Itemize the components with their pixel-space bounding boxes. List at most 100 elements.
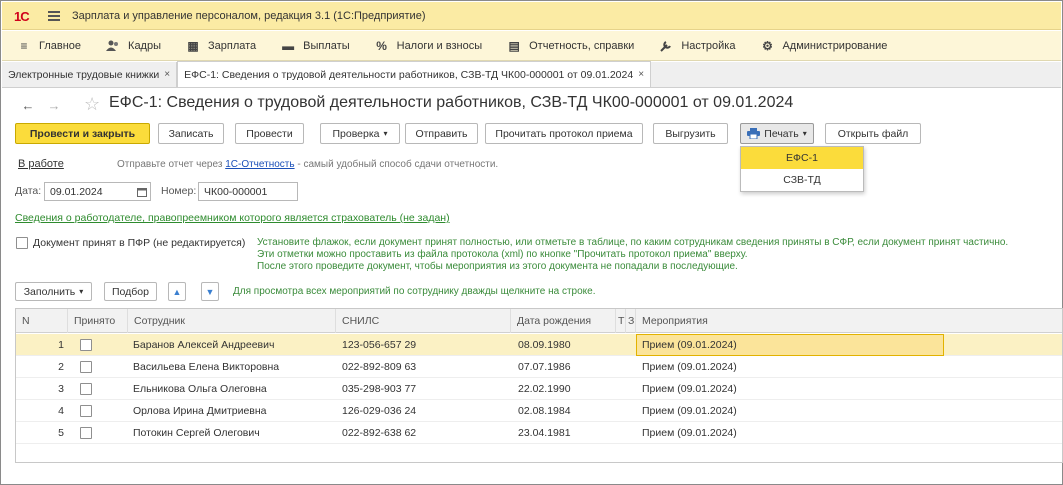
section-menu: ≡ Главное Кадры ▦ Зарплата ▬ Выплаты % Налог…: [2, 31, 1061, 61]
column-header-accepted[interactable]: Принято: [68, 309, 128, 333]
snils-value: 126-029-036 24: [342, 405, 417, 417]
accepted-note-line-2: Эти отметки можно проставить из файла пр…: [257, 249, 748, 260]
event-value[interactable]: Прием (09.01.2024): [642, 400, 737, 422]
forward-arrow-icon[interactable]: →: [45, 97, 63, 113]
menu-item-admin[interactable]: ⚙ Администрирование: [760, 39, 888, 53]
column-header-birth-date[interactable]: Дата рождения: [511, 309, 616, 333]
tab-electronic-workbooks[interactable]: Электронные трудовые книжки ×: [2, 62, 178, 87]
print-menu-item-efs1[interactable]: ЕФС-1: [741, 147, 863, 169]
printer-icon: [747, 128, 761, 139]
fill-label: Заполнить: [23, 285, 76, 298]
1c-reporting-link[interactable]: 1С-Отчетность: [225, 159, 294, 170]
fill-dropdown-button[interactable]: Заполнить ▾: [15, 282, 92, 301]
menu-item-personnel[interactable]: Кадры: [106, 40, 161, 52]
menu-item-label: Выплаты: [303, 39, 350, 52]
tab-efs1-document[interactable]: ЕФС-1: Сведения о трудовой деятельности …: [177, 61, 652, 87]
check-dropdown-button[interactable]: Проверка ▾: [320, 123, 400, 144]
event-value[interactable]: Прием (09.01.2024): [642, 334, 737, 356]
employees-table: N Принято Сотрудник СНИЛС Дата рождения …: [15, 308, 1063, 463]
money-icon: ▬: [282, 38, 295, 53]
birth-date-value: 23.04.1981: [518, 427, 571, 439]
chevron-down-icon: ▾: [79, 287, 84, 296]
back-arrow-icon[interactable]: ←: [19, 97, 37, 113]
arrow-down-glyph: ▼: [205, 286, 215, 297]
table-header: N Принято Сотрудник СНИЛС Дата рождения …: [16, 309, 1062, 333]
column-header-employee[interactable]: Сотрудник: [128, 309, 336, 333]
open-file-button[interactable]: Открыть файл: [825, 123, 921, 144]
column-header-n[interactable]: N: [16, 309, 68, 333]
close-icon[interactable]: ×: [164, 69, 170, 80]
birth-date-value: 08.09.1980: [518, 339, 571, 351]
title-bar: 1С Зарплата и управление персоналом, ред…: [2, 2, 1061, 30]
accepted-checkbox[interactable]: [16, 237, 28, 249]
export-button[interactable]: Выгрузить: [653, 123, 728, 144]
hamburger-icon: ≡: [20, 38, 28, 53]
table-row[interactable]: 5 Потокин Сергей Олегович 022-892-638 62…: [16, 422, 1062, 444]
menu-item-reports[interactable]: ▤ Отчетность, справки: [507, 39, 634, 53]
event-value[interactable]: Прием (09.01.2024): [642, 378, 737, 400]
snils-value: 022-892-809 63: [342, 361, 417, 373]
arrow-up-glyph: ▲: [172, 286, 182, 297]
send-button[interactable]: Отправить: [405, 123, 478, 144]
app-logo-text: 1С: [14, 8, 30, 24]
read-protocol-button[interactable]: Прочитать протокол приема: [485, 123, 643, 144]
menu-item-label: Администрирование: [782, 39, 888, 52]
menu-item-label: Налоги и взносы: [396, 39, 483, 52]
menu-item-label: Кадры: [128, 39, 161, 52]
menu-item-salary[interactable]: ▦ Зарплата: [186, 39, 256, 53]
row-accepted-checkbox[interactable]: [80, 339, 92, 351]
birth-date-value: 02.08.1984: [518, 405, 571, 417]
row-accepted-checkbox[interactable]: [80, 361, 92, 373]
snils-value: 022-892-638 62: [342, 427, 417, 439]
event-value[interactable]: Прием (09.01.2024): [642, 356, 737, 378]
column-header-t[interactable]: Т: [616, 309, 626, 333]
move-down-icon[interactable]: ▼: [201, 282, 219, 301]
table-row[interactable]: 3 Ельникова Ольга Олеговна 035-298-903 7…: [16, 378, 1062, 400]
print-menu-item-szv-td[interactable]: СЗВ-ТД: [741, 169, 863, 191]
main-menu-icon[interactable]: [48, 10, 60, 21]
row-accepted-checkbox[interactable]: [80, 427, 92, 439]
table-row[interactable]: 1 Баранов Алексей Андреевич 123-056-657 …: [16, 334, 1062, 356]
row-number: 5: [58, 427, 64, 439]
print-label: Печать: [764, 127, 799, 140]
hint-text: - самый удобный способ сдачи отчетности.: [294, 159, 499, 170]
save-button[interactable]: Записать: [158, 123, 224, 144]
accepted-note-line-1: Установите флажок, если документ принят …: [257, 237, 1009, 248]
wrench-icon: [659, 40, 673, 52]
employee-name: Орлова Ирина Дмитриевна: [133, 405, 267, 417]
birth-date-value: 07.07.1986: [518, 361, 571, 373]
print-dropdown-button[interactable]: Печать ▾: [740, 123, 814, 144]
print-menu: ЕФС-1 СЗВ-ТД: [740, 146, 864, 192]
select-button[interactable]: Подбор: [104, 282, 157, 301]
move-up-icon[interactable]: ▲: [168, 282, 186, 301]
star-icon[interactable]: ☆: [84, 94, 100, 115]
snils-value: 035-298-903 77: [342, 383, 417, 395]
menu-item-taxes[interactable]: % Налоги и взносы: [375, 39, 483, 53]
menu-item-label: Настройка: [681, 39, 736, 52]
table-row[interactable]: 2 Васильева Елена Викторовна 022-892-809…: [16, 356, 1062, 378]
date-label: Дата:: [15, 185, 42, 197]
column-header-events[interactable]: Мероприятия: [636, 309, 1063, 333]
menu-item-payments[interactable]: ▬ Выплаты: [281, 38, 350, 53]
calendar-icon[interactable]: [134, 182, 150, 201]
column-header-z[interactable]: З: [626, 309, 636, 333]
menu-item-settings[interactable]: Настройка: [659, 40, 735, 52]
menu-item-main[interactable]: ≡ Главное: [17, 38, 81, 53]
employee-name: Потокин Сергей Олегович: [133, 427, 260, 439]
employee-name: Васильева Елена Викторовна: [133, 361, 280, 373]
employee-name: Ельникова Ольга Олеговна: [133, 383, 267, 395]
column-header-snils[interactable]: СНИЛС: [336, 309, 511, 333]
close-icon[interactable]: ×: [638, 69, 644, 80]
row-accepted-checkbox[interactable]: [80, 405, 92, 417]
post-button[interactable]: Провести: [235, 123, 304, 144]
table-row[interactable]: 4 Орлова Ирина Дмитриевна 126-029-036 24…: [16, 400, 1062, 422]
post-and-close-button[interactable]: Провести и закрыть: [15, 123, 150, 144]
table-hint: Для просмотра всех мероприятий по сотруд…: [233, 286, 596, 297]
employer-successor-link[interactable]: Сведения о работодателе, правопреемником…: [15, 212, 450, 224]
event-value[interactable]: Прием (09.01.2024): [642, 422, 737, 444]
number-field[interactable]: ЧК00-000001: [198, 182, 298, 201]
row-accepted-checkbox[interactable]: [80, 383, 92, 395]
document-status[interactable]: В работе: [18, 158, 64, 170]
birth-date-value: 22.02.1990: [518, 383, 571, 395]
app-window: 1С Зарплата и управление персоналом, ред…: [0, 0, 1063, 485]
